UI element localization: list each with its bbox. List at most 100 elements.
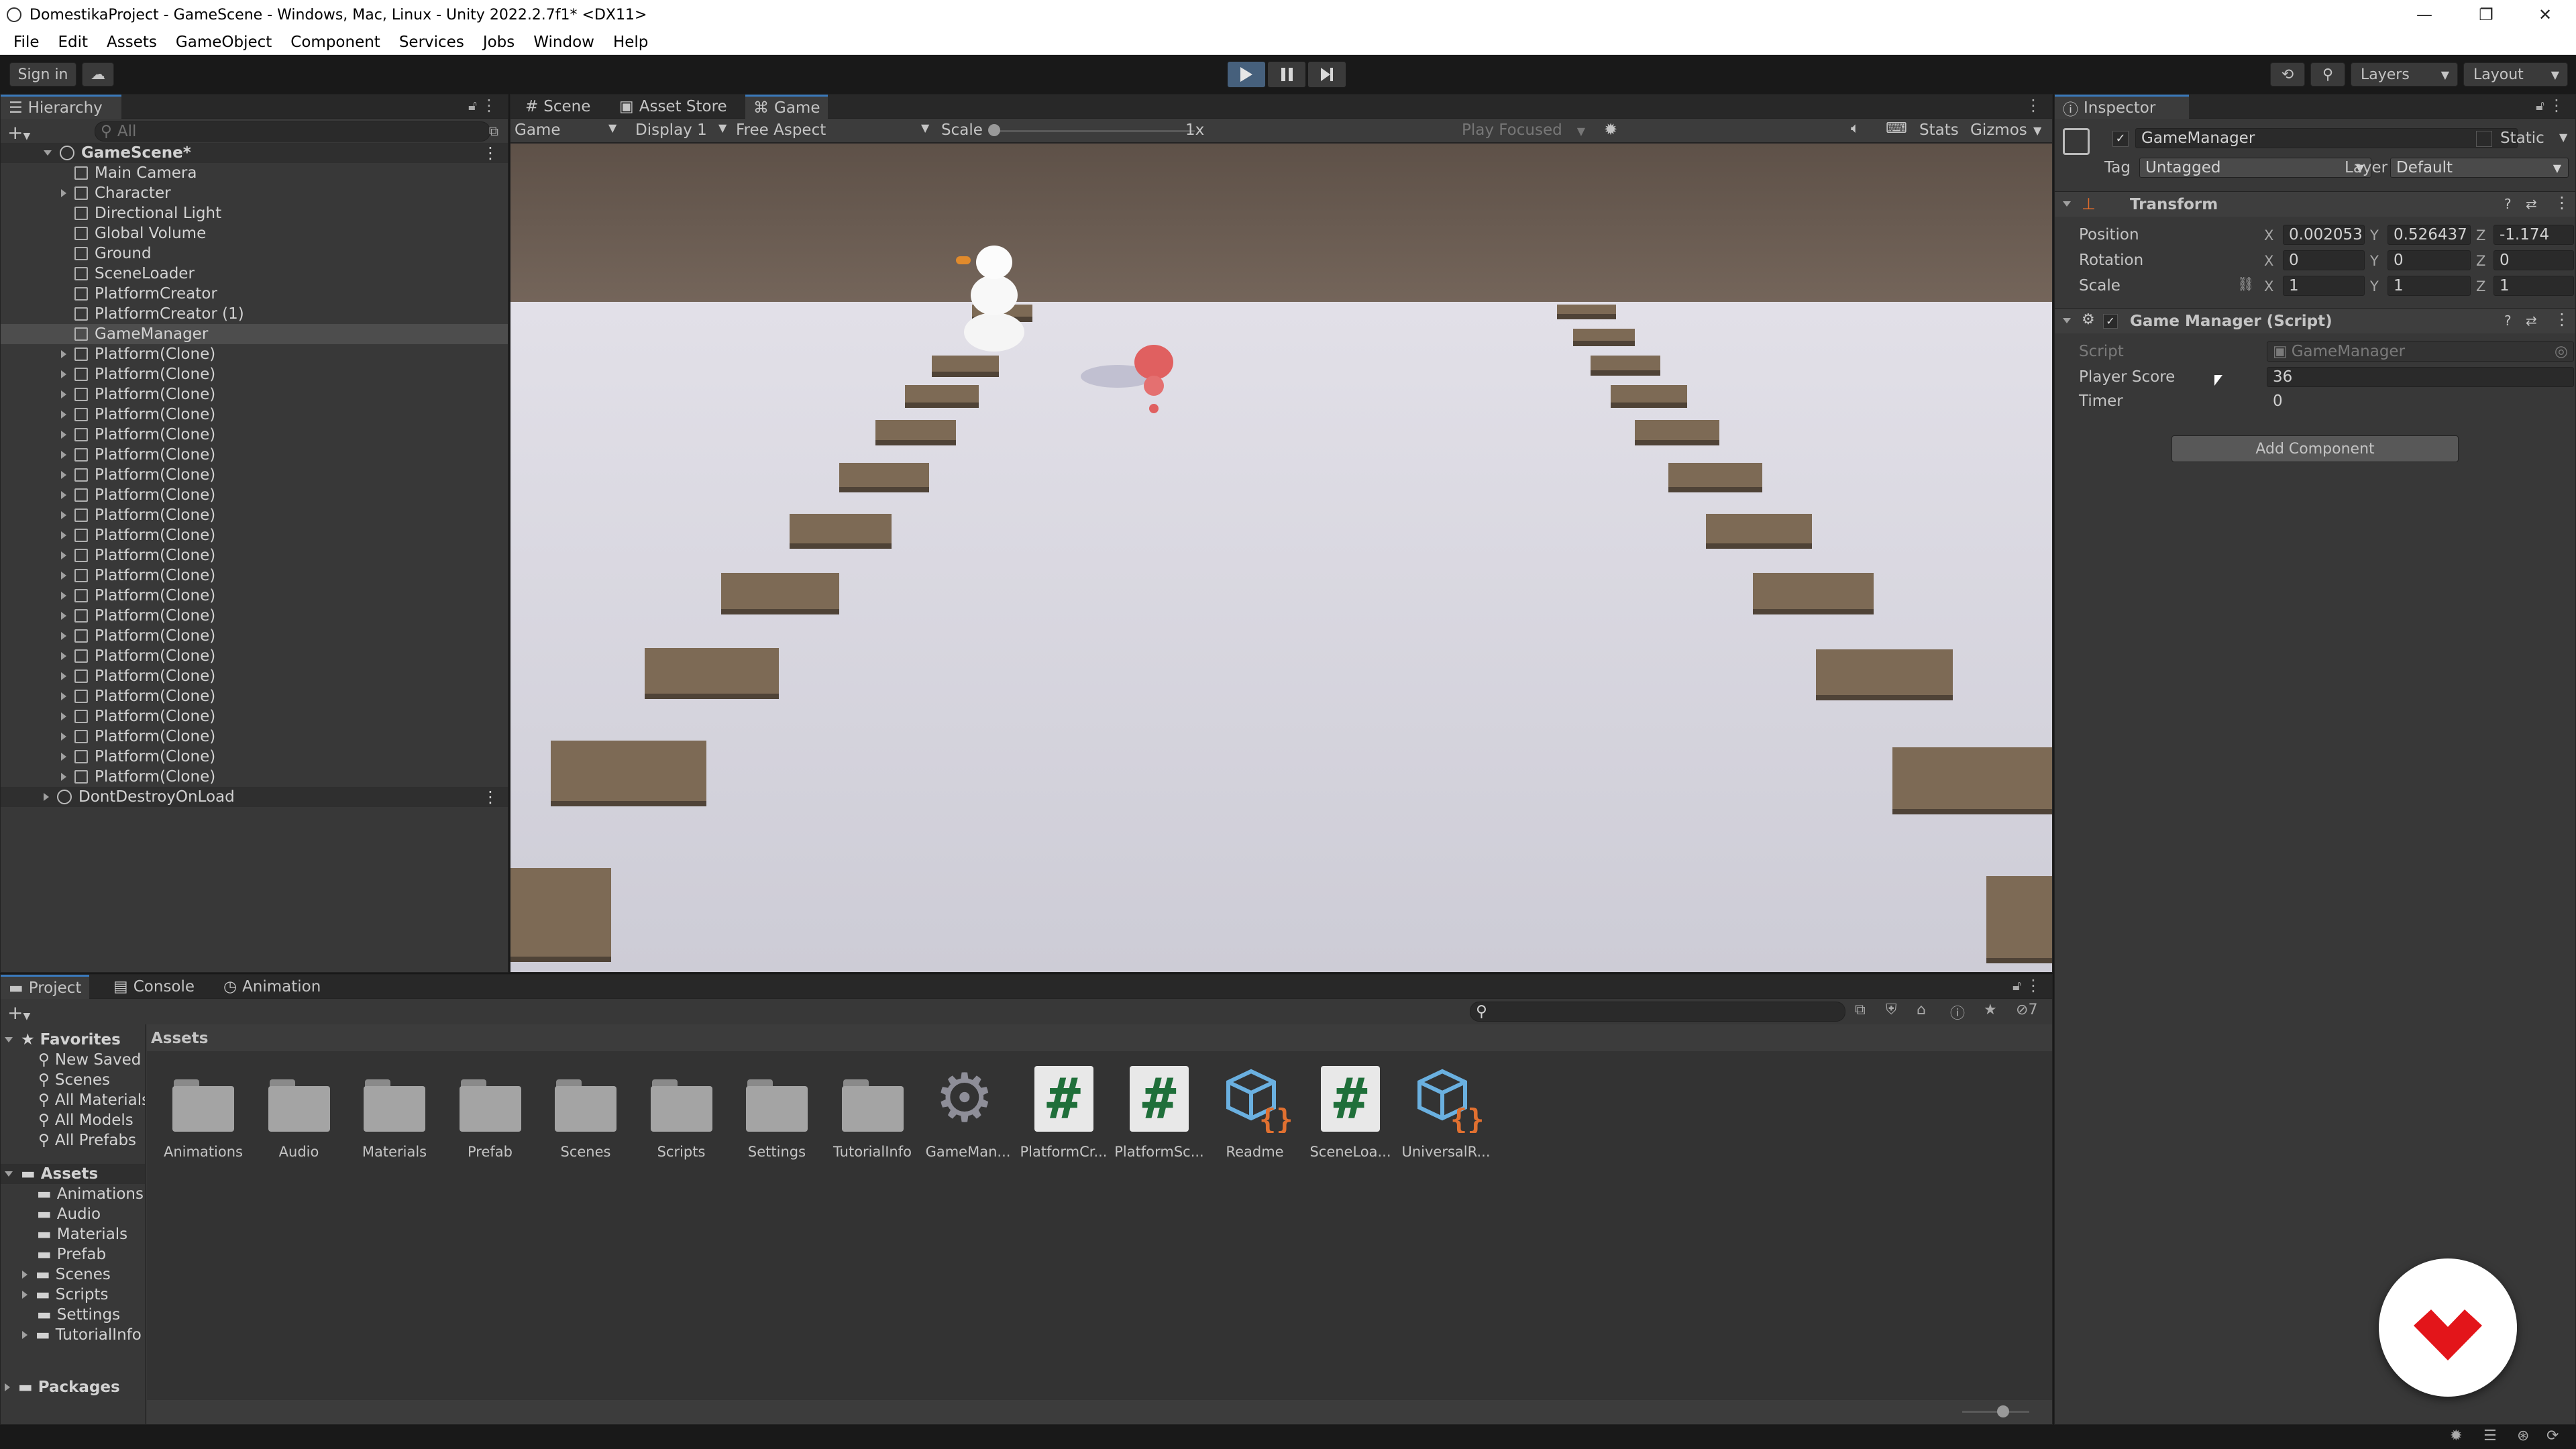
lock-icon[interactable]: 🔓︎ bbox=[468, 97, 477, 113]
hierarchy-item[interactable]: Platform(Clone) bbox=[1, 344, 508, 364]
tab-scene[interactable]: # Scene bbox=[517, 95, 598, 119]
expand-arrow-icon[interactable] bbox=[61, 431, 66, 439]
tab-animation[interactable]: ◷ Animation bbox=[215, 975, 329, 999]
asset-folder-item[interactable]: ▬ Materials bbox=[37, 1224, 127, 1244]
hierarchy-item[interactable]: Platform(Clone) bbox=[1, 767, 508, 787]
collapse-arrow-icon[interactable] bbox=[2063, 318, 2071, 323]
expand-arrow-icon[interactable] bbox=[61, 451, 66, 459]
breadcrumb[interactable]: Assets bbox=[151, 1030, 208, 1047]
hierarchy-item[interactable]: Platform(Clone) bbox=[1, 646, 508, 666]
hierarchy-item[interactable]: Platform(Clone) bbox=[1, 706, 508, 727]
hierarchy-item[interactable]: Ground bbox=[1, 244, 508, 264]
expand-arrow-icon[interactable] bbox=[22, 1331, 28, 1339]
expand-arrow-icon[interactable] bbox=[22, 1291, 28, 1299]
menu-assets[interactable]: Assets bbox=[97, 34, 166, 51]
menu-services[interactable]: Services bbox=[390, 34, 474, 51]
pause-button[interactable] bbox=[1268, 62, 1305, 87]
hierarchy-item[interactable]: Character bbox=[1, 183, 508, 203]
layer-dropdown[interactable]: Default ▼ bbox=[2390, 158, 2569, 178]
link-icon[interactable]: ⛓ bbox=[2237, 276, 2254, 292]
hierarchy-item[interactable]: Platform(Clone) bbox=[1, 727, 508, 747]
play-focused-dropdown[interactable]: Play Focused ▼ bbox=[1462, 121, 1585, 139]
expand-arrow-icon[interactable] bbox=[61, 692, 66, 700]
preset-icon[interactable]: ⇄ bbox=[2526, 196, 2537, 212]
kebab-menu-icon[interactable]: ⋮ bbox=[482, 788, 498, 806]
asset-item[interactable]: {} UniversalR... bbox=[1399, 1065, 1493, 1165]
hierarchy-item[interactable]: PlatformCreator bbox=[1, 284, 508, 304]
search-icon[interactable]: ⚲ bbox=[2310, 62, 2345, 87]
timer-input[interactable]: 0 bbox=[2267, 391, 2574, 411]
asset-item[interactable]: TutorialInfo bbox=[826, 1065, 920, 1165]
kebab-menu-icon[interactable]: ⋮ bbox=[2548, 96, 2565, 115]
kebab-menu-icon[interactable]: ⋮ bbox=[2554, 193, 2570, 212]
hierarchy-item[interactable]: Platform(Clone) bbox=[1, 686, 508, 706]
menu-component[interactable]: Component bbox=[281, 34, 390, 51]
tab-project[interactable]: ▬ Project bbox=[1, 975, 90, 999]
asset-item[interactable]: ⚙ GameMan... bbox=[921, 1065, 1015, 1165]
menu-gameobject[interactable]: GameObject bbox=[166, 34, 281, 51]
hierarchy-item[interactable]: PlatformCreator (1) bbox=[1, 304, 508, 324]
sign-in-button[interactable]: Sign in bbox=[9, 62, 76, 87]
position-y-input[interactable]: 0.526437 bbox=[2387, 225, 2471, 245]
asset-folder-item[interactable]: ▬ Prefab bbox=[37, 1244, 106, 1265]
preset-icon[interactable]: ⇄ bbox=[2526, 313, 2537, 329]
expand-arrow-icon[interactable] bbox=[61, 491, 66, 499]
static-checkbox[interactable] bbox=[2476, 131, 2492, 147]
active-checkbox[interactable]: ✓ bbox=[2112, 131, 2129, 147]
hierarchy-item[interactable]: Platform(Clone) bbox=[1, 666, 508, 686]
favorite-item[interactable]: ⚲ All Prefabs bbox=[38, 1130, 136, 1150]
info-icon[interactable]: ⓘ bbox=[1950, 1002, 1965, 1023]
hierarchy-item[interactable]: Directional Light bbox=[1, 203, 508, 223]
expand-arrow-icon[interactable] bbox=[61, 189, 66, 197]
icon-size-slider-handle[interactable] bbox=[1997, 1405, 2009, 1417]
filter-label-icon[interactable]: ⛨ bbox=[1886, 1002, 1897, 1018]
play-button[interactable] bbox=[1228, 62, 1265, 87]
asset-folder-item[interactable]: ▬ Audio bbox=[37, 1204, 101, 1224]
tab-console[interactable]: ▤ Console bbox=[105, 975, 203, 999]
asset-item[interactable]: # SceneLoa... bbox=[1303, 1065, 1397, 1165]
rotation-z-input[interactable]: 0 bbox=[2493, 250, 2574, 270]
kebab-menu-icon[interactable]: ⋮ bbox=[482, 144, 498, 162]
favorite-item[interactable]: ⚲ All Materials bbox=[38, 1090, 145, 1110]
burst-icon[interactable]: ✹ bbox=[2450, 1428, 2462, 1444]
star-icon[interactable]: ★ bbox=[1984, 1002, 1997, 1018]
expand-arrow-icon[interactable] bbox=[61, 471, 66, 479]
collapse-arrow-icon[interactable] bbox=[2063, 201, 2071, 207]
expand-arrow-icon[interactable] bbox=[5, 1383, 10, 1391]
cloud-icon[interactable]: ☁ bbox=[82, 62, 114, 87]
kebab-menu-icon[interactable]: ⋮ bbox=[2025, 976, 2041, 995]
expand-arrow-icon[interactable] bbox=[61, 712, 66, 720]
tab-game[interactable]: ⌘ Game bbox=[745, 95, 828, 119]
hierarchy-item[interactable]: Platform(Clone) bbox=[1, 465, 508, 485]
database-icon[interactable]: ☰ bbox=[2483, 1428, 2497, 1444]
minimize-button[interactable]: — bbox=[2394, 0, 2455, 30]
transform-header[interactable]: ⊥ Transform ? ⇄ ⋮ bbox=[2055, 191, 2575, 217]
auto-refresh-icon[interactable]: ⟳ bbox=[2546, 1428, 2559, 1444]
hierarchy-item[interactable]: GameManager bbox=[1, 324, 508, 344]
expand-arrow-icon[interactable] bbox=[22, 1271, 28, 1279]
expand-arrow-icon[interactable] bbox=[5, 1037, 13, 1042]
position-z-input[interactable]: -1.174 bbox=[2493, 225, 2574, 245]
hierarchy-item[interactable]: Platform(Clone) bbox=[1, 566, 508, 586]
expand-arrow-icon[interactable] bbox=[44, 150, 52, 156]
expand-arrow-icon[interactable] bbox=[61, 612, 66, 620]
expand-arrow-icon[interactable] bbox=[61, 531, 66, 539]
chevron-down-icon[interactable]: ▼ bbox=[2033, 124, 2041, 137]
hierarchy-item[interactable]: Main Camera bbox=[1, 163, 508, 183]
scale-slider[interactable] bbox=[994, 130, 1195, 132]
hierarchy-item[interactable]: Platform(Clone) bbox=[1, 364, 508, 384]
step-button[interactable] bbox=[1308, 62, 1346, 87]
asset-item[interactable]: Scenes bbox=[539, 1065, 633, 1165]
help-icon[interactable]: ? bbox=[2504, 313, 2512, 329]
expand-arrow-icon[interactable] bbox=[61, 572, 66, 580]
asset-item[interactable]: Audio bbox=[252, 1065, 346, 1165]
hierarchy-item[interactable]: Platform(Clone) bbox=[1, 545, 508, 566]
lock-icon[interactable]: 🔓︎ bbox=[2012, 977, 2021, 994]
filter-type-icon[interactable]: ⧉ bbox=[1855, 1002, 1866, 1018]
kebab-menu-icon[interactable]: ⋮ bbox=[2025, 96, 2041, 115]
hierarchy-item[interactable]: Platform(Clone) bbox=[1, 525, 508, 545]
asset-folder-item[interactable]: ▬ Animations bbox=[37, 1184, 144, 1204]
icon-size-slider[interactable] bbox=[1962, 1411, 2029, 1413]
scale-z-input[interactable]: 1 bbox=[2493, 276, 2574, 296]
hierarchy-item[interactable]: Global Volume bbox=[1, 223, 508, 244]
